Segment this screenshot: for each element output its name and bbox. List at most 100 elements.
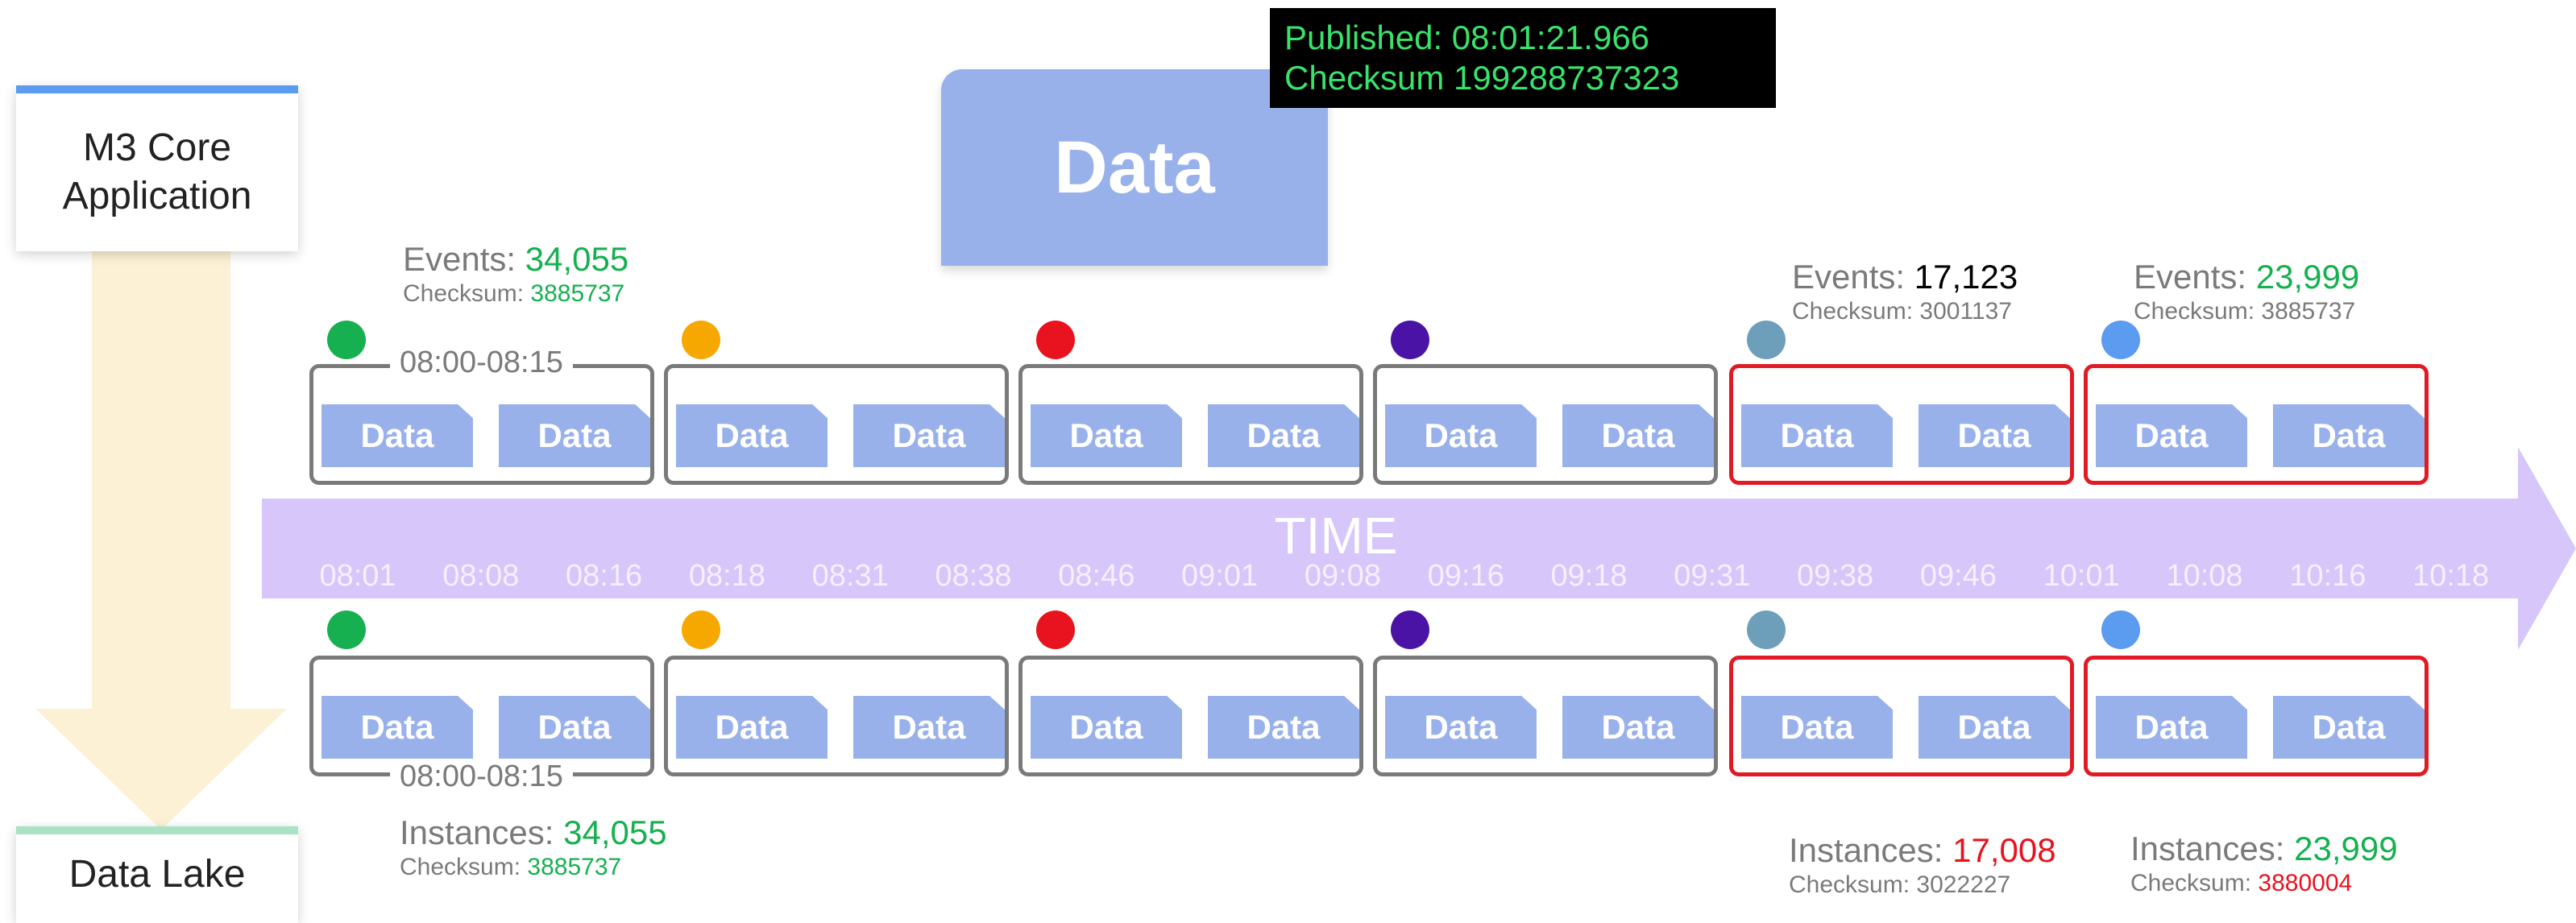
time-window-group: Data Data: [1018, 656, 1363, 776]
data-chip: Data: [2273, 404, 2425, 467]
data-chip: Data: [321, 404, 473, 467]
status-dot: [682, 611, 720, 649]
instances-count: Instances: 34,055: [400, 813, 667, 852]
data-chip: Data: [1208, 696, 1359, 759]
instances-count: Instances: 17,008: [1789, 831, 2056, 870]
range-label-top: 08:00-08:15: [390, 346, 573, 379]
data-chip: Data: [1562, 696, 1714, 759]
data-chip: Data: [1741, 696, 1893, 759]
data-chip: Data: [1562, 404, 1714, 467]
instances-checksum: Checksum: 3880004: [2130, 870, 2352, 897]
instances-count-value: 17,008: [1952, 831, 2056, 869]
time-window-group: Data Data: [1373, 364, 1718, 485]
time-tick: 09:16: [1427, 559, 1504, 593]
events-count-label: Events:: [1792, 258, 1914, 296]
data-chip: Data: [676, 696, 828, 759]
events-checksum-label: Checksum:: [2134, 298, 2262, 325]
events-count: Events: 17,123: [1792, 258, 2018, 296]
time-window-group: Data Data: [2084, 656, 2429, 776]
instances-checksum-value: 3880004: [2258, 870, 2353, 896]
events-checksum-label: Checksum:: [403, 280, 531, 307]
status-dot: [1747, 321, 1786, 359]
time-tick: 08:31: [811, 559, 889, 593]
status-dot: [2101, 321, 2140, 359]
data-chip: Data: [1208, 404, 1359, 467]
data-chip: Data: [499, 696, 650, 759]
instances-checksum-label: Checksum:: [2130, 870, 2259, 896]
time-window-group: Data Data: [1729, 656, 2074, 776]
events-count: Events: 34,055: [403, 240, 628, 279]
events-count-value: 17,123: [1914, 258, 2018, 296]
time-window-group: Data Data: [1018, 364, 1363, 485]
status-dot: [1036, 611, 1075, 649]
events-checksum: Checksum: 3885737: [403, 280, 624, 308]
instances-checksum: Checksum: 3885737: [400, 854, 621, 881]
status-dot: [1391, 611, 1429, 649]
time-tick: 09:08: [1304, 559, 1381, 593]
data-chip: Data: [853, 696, 1005, 759]
time-tick: 08:46: [1058, 559, 1135, 593]
data-chip: Data: [2273, 696, 2425, 759]
instances-checksum-value: 3022227: [1916, 871, 2011, 898]
status-dot: [327, 611, 366, 649]
data-chip: Data: [853, 404, 1005, 467]
instances-checksum-label: Checksum:: [400, 854, 528, 880]
instances-count-value: 23,999: [2294, 830, 2398, 867]
time-window-group: Data Data: [309, 364, 654, 485]
instances-count-label: Instances:: [2130, 830, 2295, 867]
flow-arrow-shaft: [92, 248, 230, 711]
time-tick: 10:16: [2289, 559, 2367, 593]
data-chip: Data: [1031, 696, 1182, 759]
time-window-group: Data Data: [1373, 656, 1718, 776]
instances-count: Instances: 23,999: [2130, 830, 2398, 868]
target-system-name: Data Lake: [68, 853, 246, 896]
events-checksum: Checksum: 3885737: [2134, 298, 2355, 325]
events-count: Events: 23,999: [2134, 258, 2359, 296]
time-tick: 09:46: [1919, 559, 1997, 593]
target-system-accent: [16, 826, 298, 834]
data-chip: Data: [2096, 696, 2247, 759]
instances-count-value: 34,055: [563, 813, 667, 851]
time-window-group: Data Data: [664, 364, 1009, 485]
data-chip: Data: [499, 404, 650, 467]
source-system-box: M3 Core Application: [16, 85, 298, 251]
range-label-bottom: 08:00-08:15: [390, 760, 573, 793]
data-chip: Data: [676, 404, 828, 467]
events-checksum-value: 3885737: [530, 280, 625, 307]
data-chip: Data: [1385, 696, 1537, 759]
status-dot: [2101, 611, 2140, 649]
time-tick: 10:01: [2043, 559, 2120, 593]
time-tick: 08:08: [442, 559, 520, 593]
published-tooltip: Published: 08:01:21.966 Checksum 1992887…: [1270, 8, 1776, 108]
events-checksum-label: Checksum:: [1792, 298, 1920, 325]
data-chip: Data: [1919, 404, 2070, 467]
time-window-group: Data Data: [2084, 364, 2429, 485]
time-tick: 09:01: [1181, 559, 1259, 593]
time-tick: 09:31: [1674, 559, 1751, 593]
instances-checksum-label: Checksum:: [1789, 871, 1917, 898]
events-checksum-value: 3885737: [2261, 298, 2356, 325]
time-tick: 08:38: [935, 559, 1012, 593]
events-count-value: 34,055: [525, 240, 629, 278]
data-chip: Data: [1741, 404, 1893, 467]
data-chip: Data: [1919, 696, 2070, 759]
events-count-label: Events:: [403, 240, 525, 278]
events-count-value: 23,999: [2255, 258, 2360, 296]
data-chip: Data: [1385, 404, 1537, 467]
status-dot: [682, 321, 720, 359]
status-dot: [1036, 321, 1075, 359]
status-dot: [1391, 321, 1429, 359]
time-tick: 08:18: [688, 559, 765, 593]
flow-arrow-head: [35, 709, 287, 830]
status-dot: [327, 321, 366, 359]
time-window-group: Data Data: [309, 656, 654, 776]
events-checksum-value: 3001137: [1919, 298, 2012, 325]
time-tick: 09:18: [1550, 559, 1628, 593]
time-tick: 08:01: [319, 559, 396, 593]
status-dot: [1747, 611, 1786, 649]
instances-checksum: Checksum: 3022227: [1789, 871, 2010, 899]
events-checksum: Checksum: 3001137: [1792, 298, 2012, 325]
instances-count-label: Instances:: [400, 813, 564, 851]
time-axis-label: TIME: [1274, 507, 1398, 565]
instances-checksum-value: 3885737: [527, 854, 622, 880]
